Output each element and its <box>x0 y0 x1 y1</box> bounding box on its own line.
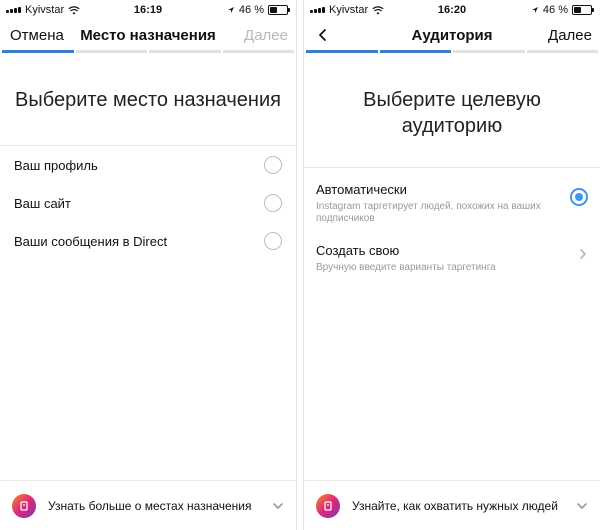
option-direct[interactable]: Ваши сообщения в Direct <box>0 222 296 260</box>
app-screens: Kyivstar 16:19 46 % Отмена Место назначе… <box>0 0 600 530</box>
chevron-right-icon <box>580 249 586 259</box>
next-button[interactable]: Далее <box>244 27 288 44</box>
page-title: Аудитория <box>411 26 493 44</box>
progress-step <box>222 50 294 53</box>
status-right: 46 % <box>531 4 594 16</box>
page-title: Место назначения <box>80 26 216 44</box>
location-icon <box>227 7 234 13</box>
option-subtitle: Instagram таргетирует людей, похожих на … <box>316 201 541 224</box>
chevron-down-icon <box>577 502 587 509</box>
nav-bar: Аудитория Далее <box>304 20 600 50</box>
radio-icon[interactable] <box>264 194 282 212</box>
battery-icon <box>268 5 290 15</box>
destination-screen: Kyivstar 16:19 46 % Отмена Место назначе… <box>0 0 297 530</box>
next-button[interactable]: Далее <box>548 27 592 44</box>
battery-icon <box>572 5 594 15</box>
progress-step <box>453 50 525 53</box>
option-custom[interactable]: Создать свою Вручную введите варианты та… <box>304 243 600 274</box>
option-website[interactable]: Ваш сайт <box>0 184 296 222</box>
option-label: Ваш сайт <box>14 195 71 211</box>
status-bar: Kyivstar 16:19 46 % <box>0 0 296 20</box>
progress-step <box>149 50 221 53</box>
back-icon[interactable] <box>316 28 330 42</box>
learn-more-bar[interactable]: Узнать больше о местах назначения <box>0 480 296 530</box>
status-right: 46 % <box>227 4 290 16</box>
divider <box>304 167 600 168</box>
progress-step <box>2 50 74 53</box>
learn-more-text: Узнайте, как охватить нужных людей <box>352 498 558 513</box>
destination-list: Ваш профиль Ваш сайт Ваши сообщения в Di… <box>0 146 296 260</box>
radio-icon[interactable] <box>570 188 588 206</box>
radio-icon[interactable] <box>264 232 282 250</box>
option-title: Автоматически <box>316 182 407 197</box>
location-icon <box>531 7 538 13</box>
section-heading: Выберите целевую аудиторию <box>363 89 541 137</box>
info-icon <box>12 493 36 518</box>
learn-more-text: Узнать больше о местах назначения <box>48 498 252 513</box>
option-label: Ваш профиль <box>14 157 98 173</box>
option-label: Ваши сообщения в Direct <box>14 233 168 249</box>
radio-icon[interactable] <box>264 156 282 174</box>
audience-screen: Kyivstar 16:20 46 % Аудитория Далее Выбе… <box>303 0 600 530</box>
option-subtitle: Вручную введите варианты таргетинга <box>316 262 496 273</box>
progress-step <box>526 50 598 53</box>
progress-step <box>306 50 378 53</box>
option-title: Создать свою <box>316 243 400 258</box>
learn-more-bar[interactable]: Узнайте, как охватить нужных людей <box>304 480 600 530</box>
battery-percent: 46 % <box>238 4 264 16</box>
progress-step <box>379 50 451 53</box>
section-heading: Выберите место назначения <box>15 89 281 111</box>
progress-step <box>75 50 147 53</box>
option-profile[interactable]: Ваш профиль <box>0 146 296 184</box>
chevron-down-icon <box>273 502 283 509</box>
status-bar: Kyivstar 16:20 46 % <box>304 0 600 20</box>
cancel-button[interactable]: Отмена <box>10 27 64 44</box>
battery-percent: 46 % <box>542 4 568 16</box>
nav-bar: Отмена Место назначения Далее <box>0 20 296 50</box>
info-icon <box>316 493 340 518</box>
option-automatic[interactable]: Автоматически Instagram таргетирует люде… <box>304 182 600 225</box>
